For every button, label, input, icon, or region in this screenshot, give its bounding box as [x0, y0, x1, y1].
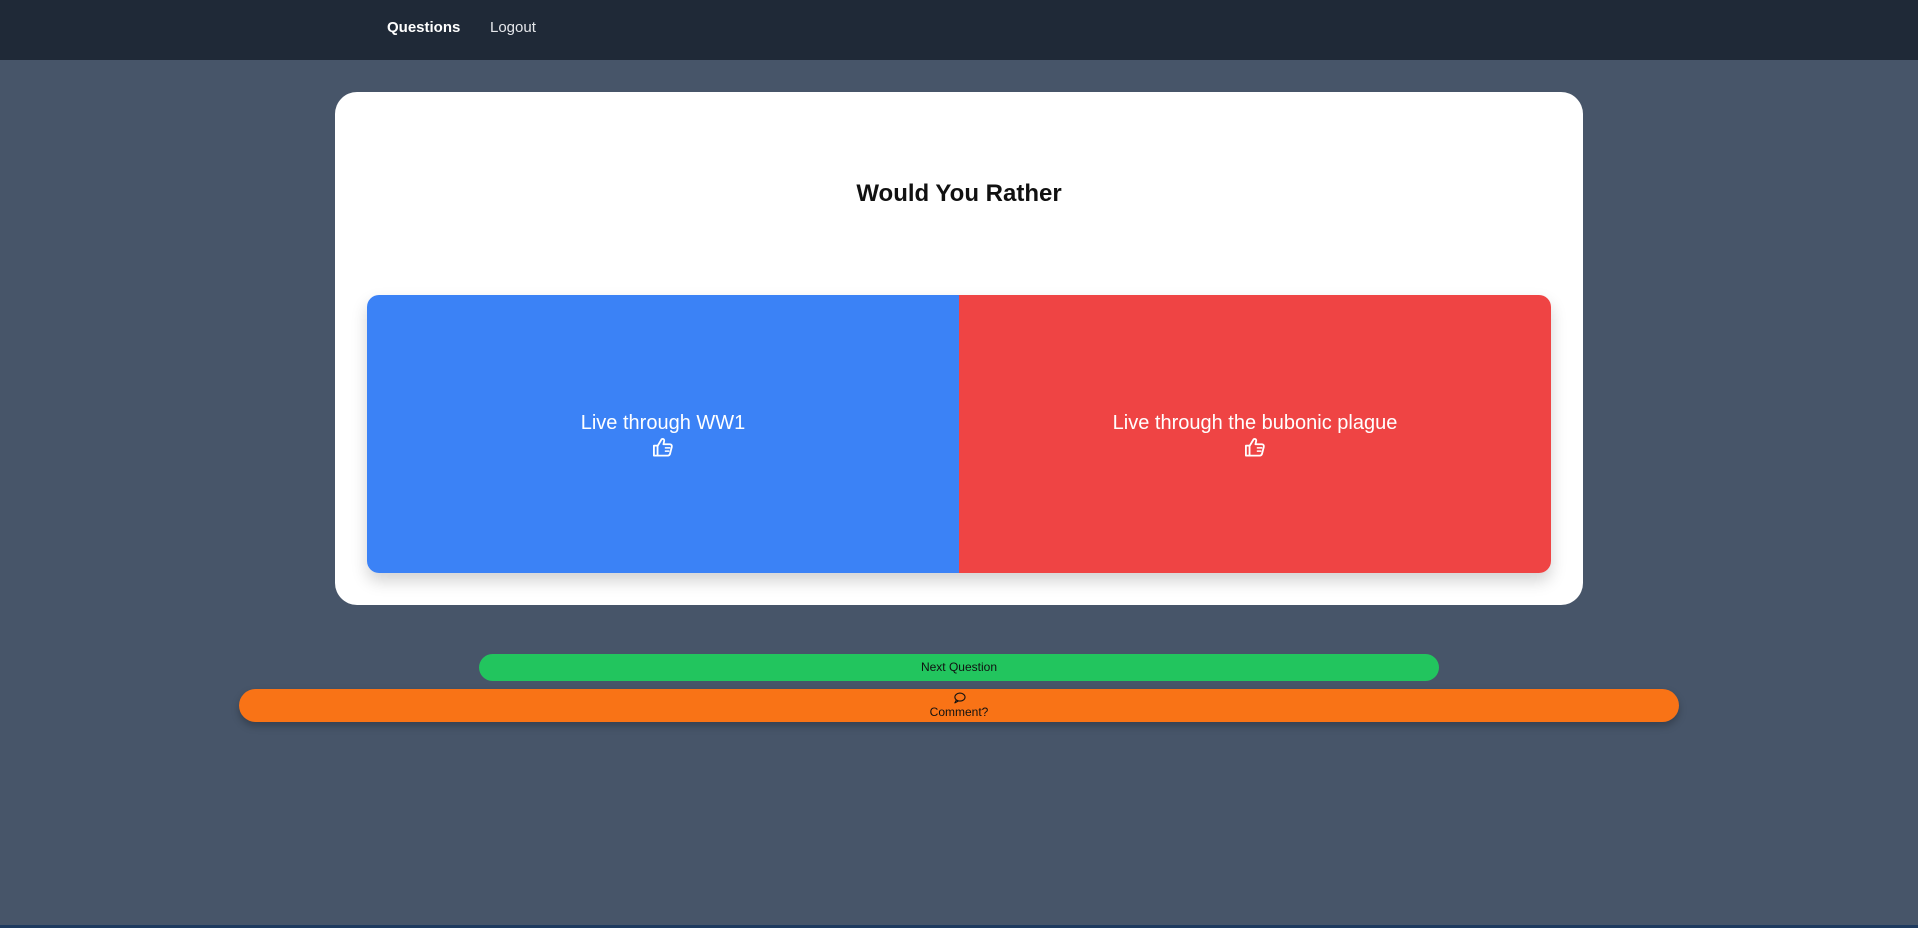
- comment-label: Comment?: [929, 705, 989, 719]
- option-a-button[interactable]: Live through WW1: [367, 295, 959, 573]
- thumbs-up-icon: [1244, 438, 1265, 457]
- speech-bubble-icon: [953, 692, 966, 704]
- comment-button[interactable]: Comment?: [239, 689, 1679, 722]
- option-b-label: Live through the bubonic plague: [1112, 412, 1398, 434]
- nav-questions-link[interactable]: Questions: [387, 19, 460, 37]
- nav-logout-link[interactable]: Logout: [490, 19, 536, 37]
- next-question-button[interactable]: Next Question: [479, 654, 1439, 681]
- top-navbar: Questions Logout: [0, 0, 1918, 60]
- thumbs-up-icon: [653, 438, 673, 457]
- option-b-button[interactable]: Live through the bubonic plague: [959, 295, 1551, 573]
- choices-container: Live through WW1 Live through the buboni…: [367, 295, 1551, 573]
- option-a-label: Live through WW1: [580, 412, 746, 434]
- question-title: Would You Rather: [856, 180, 1062, 207]
